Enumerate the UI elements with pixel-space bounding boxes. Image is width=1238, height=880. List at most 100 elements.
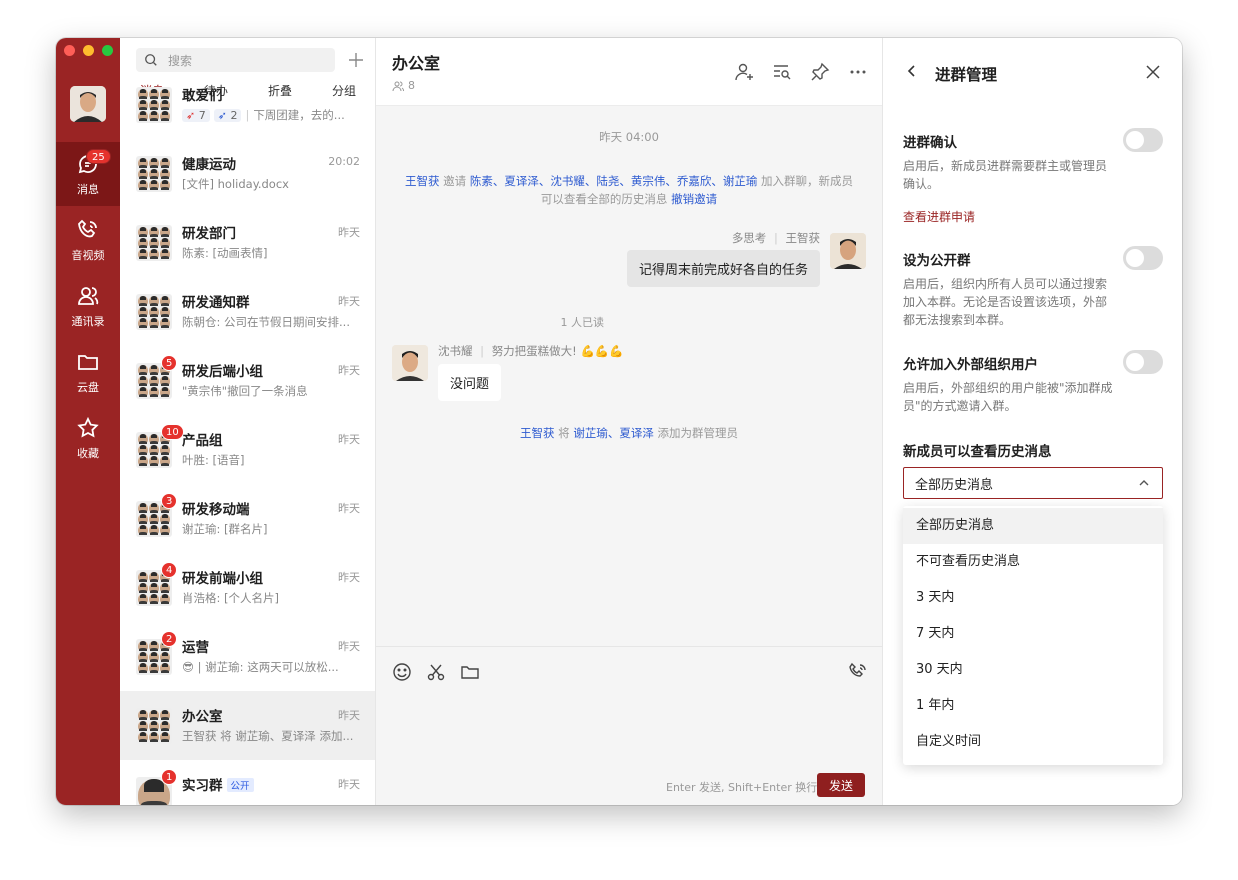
inviter-name[interactable]: 王智获 <box>405 174 440 188</box>
send-button[interactable]: 发送 <box>817 773 865 797</box>
list-item[interactable]: 5 研发后端小组 昨天 "黄宗伟"撤回了一条消息 <box>120 346 375 415</box>
history-option[interactable]: 自定义时间 <box>903 724 1163 760</box>
message-bubble[interactable]: 没问题 <box>438 364 502 401</box>
member-count-value: 8 <box>408 79 415 92</box>
conversation-time: 昨天 <box>338 640 360 653</box>
read-receipt[interactable]: 1 人已读 <box>561 314 605 330</box>
more-icon[interactable] <box>848 62 868 82</box>
unread-badge: 3 <box>161 493 178 509</box>
list-item[interactable]: 研发部门 昨天 陈素: [动画表情] <box>120 208 375 277</box>
folder-icon <box>78 354 98 370</box>
search-placeholder: 搜索 <box>168 53 193 68</box>
zoom-window-button[interactable] <box>102 45 113 56</box>
list-item-selected[interactable]: 办公室 昨天 王智获 将 谢芷瑜、夏译泽 添加... <box>120 691 375 760</box>
admin-notice: 王智获 将 谢芷瑜、夏译泽 添加为群管理员 <box>376 424 882 442</box>
contacts-icon <box>78 286 99 305</box>
list-item[interactable]: 4 研发前端小组 昨天 肖浩格: [个人名片] <box>120 553 375 622</box>
public-group-title: 设为公开群 <box>903 253 971 269</box>
search-history-icon[interactable] <box>772 62 792 82</box>
call-icon[interactable] <box>848 662 868 682</box>
history-select[interactable]: 全部历史消息 <box>903 467 1163 499</box>
conversation-preview: 叶胜: [语音] <box>182 453 245 467</box>
message-list: 昨天 04:00 王智获 邀请 陈素、夏译泽、沈书耀、陆尧、黄宗伟、乔嘉欣、谢芷… <box>376 106 882 646</box>
avatar[interactable] <box>830 233 866 269</box>
list-item[interactable]: 健康运动 20:02 [文件] holiday.docx <box>120 139 375 208</box>
history-option[interactable]: 1 年内 <box>903 688 1163 724</box>
join-confirm-desc: 启用后，新成员进群需要群主或管理员确认。 <box>903 159 1108 191</box>
invite-verb: 邀请 <box>443 174 467 188</box>
public-tag: 公开 <box>226 778 254 792</box>
time-divider: 昨天 04:00 <box>599 130 659 144</box>
sender-name: 沈书耀 <box>438 344 473 358</box>
list-item[interactable]: 10 产品组 昨天 叶胜: [语音] <box>120 415 375 484</box>
history-option[interactable]: 3 天内 <box>903 580 1163 616</box>
message-meta: 沈书耀 | 努力把蛋糕做大! 💪💪💪 <box>438 344 624 358</box>
rail-av[interactable]: 音视频 <box>56 208 120 272</box>
conversation-list: 搜索 消息 待办 折叠 分组 敢爱们 ➶ 7 ➶ 2 | 下周团建，去的... <box>120 38 376 805</box>
unread-badge: 5 <box>161 355 178 371</box>
history-option[interactable]: 30 天内 <box>903 652 1163 688</box>
history-option[interactable]: 7 天内 <box>903 616 1163 652</box>
conversation-name-text: 实习群 <box>182 778 223 794</box>
list-item[interactable]: 3 研发移动端 昨天 谢芷瑜: [群名片] <box>120 484 375 553</box>
history-dropdown: 全部历史消息 不可查看历史消息 3 天内 7 天内 30 天内 1 年内 自定义… <box>903 506 1163 765</box>
conversation-name: 研发部门 <box>182 226 236 242</box>
group-avatar <box>136 156 172 192</box>
list-item[interactable]: 敢爱们 ➶ 7 ➶ 2 | 下周团建，去的... <box>120 70 375 139</box>
list-item[interactable]: 1 实习群 公开 昨天 <box>120 760 375 805</box>
conversation-name: 产品组 <box>182 433 223 449</box>
view-join-requests-link[interactable]: 查看进群申请 <box>903 208 975 225</box>
conversation-preview: [文件] holiday.docx <box>182 177 289 191</box>
invitee-names[interactable]: 陈素、夏译泽、沈书耀、陆尧、黄宗伟、乔嘉欣、谢芷瑜 <box>470 174 758 188</box>
star-icon <box>77 416 99 438</box>
close-window-button[interactable] <box>64 45 75 56</box>
member-count[interactable]: 8 <box>392 79 415 92</box>
conversation-preview: 肖浩格: [个人名片] <box>182 591 280 605</box>
admin-suffix: 添加为群管理员 <box>657 426 738 440</box>
reaction-count: 2 <box>230 108 238 122</box>
sender-name: 王智获 <box>785 231 821 245</box>
list-item[interactable]: 2 运营 昨天 😎 | 谢芷瑜: 这两天可以放松... <box>120 622 375 691</box>
close-icon[interactable] <box>1145 64 1161 80</box>
search-input[interactable]: 搜索 <box>136 48 335 72</box>
target-names[interactable]: 谢芷瑜、夏译泽 <box>573 426 654 440</box>
external-users-desc: 启用后，外部组织的用户能被"添加群成员"的方式邀请入群。 <box>903 381 1113 413</box>
back-icon[interactable] <box>905 64 919 78</box>
rail-cloud[interactable]: 云盘 <box>56 340 120 404</box>
actor-name[interactable]: 王智获 <box>520 426 555 440</box>
undo-invite-link[interactable]: 撤销邀请 <box>671 192 717 206</box>
invite-notice: 王智获 邀请 陈素、夏译泽、沈书耀、陆尧、黄宗伟、乔嘉欣、谢芷瑜 加入群聊，新成… <box>376 172 882 208</box>
pin-icon[interactable] <box>810 62 830 82</box>
search-icon <box>145 54 157 66</box>
members-icon <box>392 81 404 91</box>
conversation-preview: 陈素: [动画表情] <box>182 246 268 260</box>
conversation-preview: ➶ 7 ➶ 2 | 下周团建，去的... <box>182 107 362 123</box>
user-avatar[interactable] <box>70 86 106 122</box>
group-avatar <box>136 87 172 123</box>
message-bubble[interactable]: 记得周末前完成好各自的任务 <box>626 250 820 287</box>
list-item[interactable]: 研发通知群 昨天 陈朝仓: 公司在节假日期间安排... <box>120 277 375 346</box>
public-group-toggle[interactable] <box>1123 246 1163 270</box>
history-option[interactable]: 全部历史消息 <box>903 508 1163 544</box>
message-composer[interactable]: Enter 发送, Shift+Enter 换行 发送 <box>376 646 882 805</box>
rail-contacts[interactable]: 通讯录 <box>56 274 120 338</box>
unread-badge: 1 <box>161 769 178 785</box>
minimize-window-button[interactable] <box>83 45 94 56</box>
chat-header: 办公室 8 <box>376 38 882 106</box>
plus-icon[interactable] <box>346 50 366 70</box>
invite-line2: 可以查看全部的历史消息 <box>540 192 668 206</box>
conversation-time: 昨天 <box>338 709 360 722</box>
rail-favorites[interactable]: 收藏 <box>56 406 120 470</box>
conversation-time: 昨天 <box>338 778 360 791</box>
conversation-name: 健康运动 <box>182 157 236 173</box>
add-member-icon[interactable] <box>734 62 754 82</box>
history-option[interactable]: 不可查看历史消息 <box>903 544 1163 580</box>
avatar[interactable] <box>392 345 428 381</box>
scissors-icon[interactable] <box>426 662 446 682</box>
external-users-toggle[interactable] <box>1123 350 1163 374</box>
group-avatar <box>136 708 172 744</box>
join-confirm-toggle[interactable] <box>1123 128 1163 152</box>
rail-messages[interactable]: 消息 25 <box>56 142 120 206</box>
folder-icon[interactable] <box>460 662 480 682</box>
emoji-icon[interactable] <box>392 662 412 682</box>
